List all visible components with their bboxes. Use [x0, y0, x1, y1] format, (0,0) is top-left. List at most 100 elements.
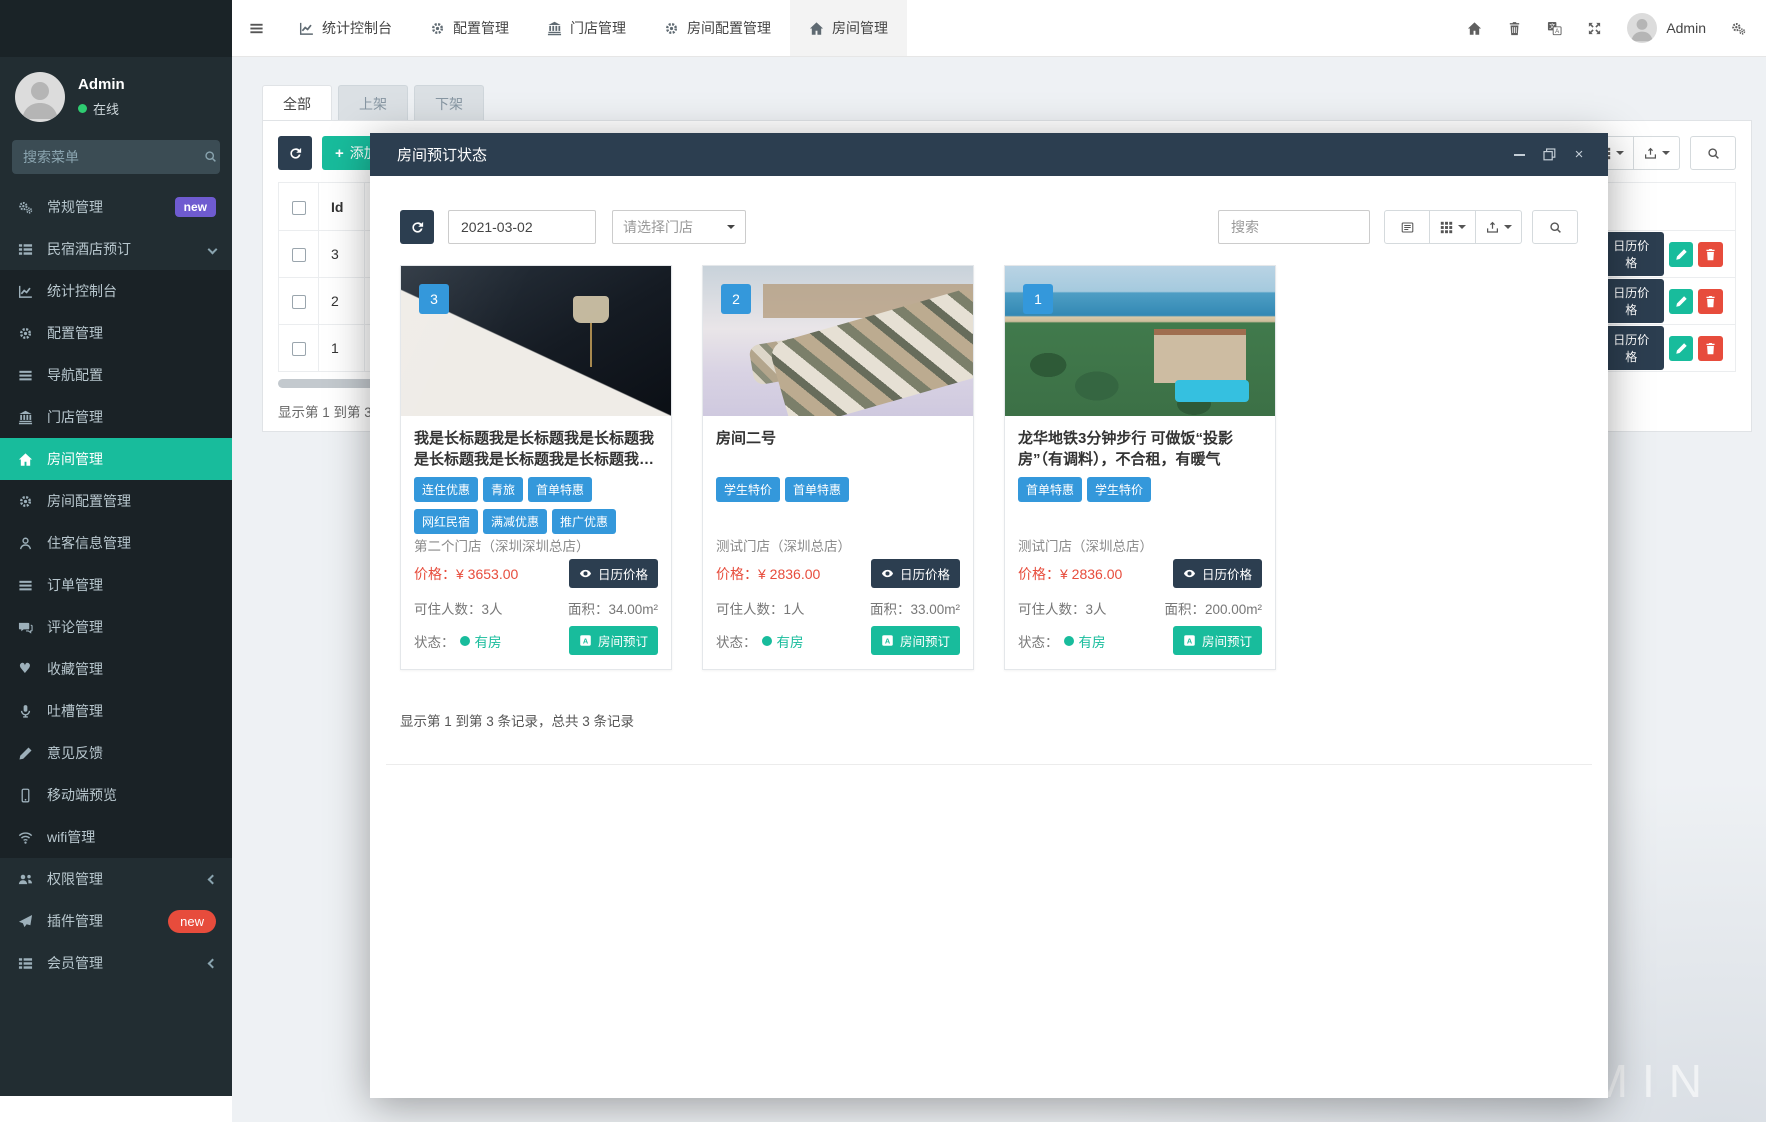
- sidebar-item-orders[interactable]: 订单管理: [0, 564, 232, 606]
- translate-icon[interactable]: 文A: [1547, 21, 1562, 36]
- modal-toolbar: 请选择门店: [400, 210, 1578, 244]
- export-button[interactable]: [1476, 210, 1522, 244]
- sidebar-item-favorites[interactable]: ♥ 收藏管理: [0, 648, 232, 690]
- sidebar-item-label: 吐槽管理: [47, 701, 103, 721]
- export-button[interactable]: [1634, 136, 1680, 170]
- tab-all[interactable]: 全部: [262, 85, 332, 121]
- status-label: 状态：: [1018, 631, 1059, 651]
- tab-unlisted[interactable]: 下架: [414, 85, 484, 121]
- pencil-icon: [16, 746, 34, 761]
- sidebar-item-rooms[interactable]: 房间管理: [0, 438, 232, 480]
- tab-config[interactable]: 配置管理: [411, 0, 528, 56]
- sidebar-item-config[interactable]: 配置管理: [0, 312, 232, 354]
- sidebar-item-feedback-roast[interactable]: 吐槽管理: [0, 690, 232, 732]
- calendar-price-label: 日历价格: [1608, 237, 1655, 271]
- capacity-value: 3人: [1086, 602, 1107, 617]
- sidebar-item-permissions[interactable]: 权限管理: [0, 858, 232, 900]
- delete-button[interactable]: [1698, 242, 1723, 267]
- modal-body: 请选择门店: [370, 176, 1608, 1098]
- sidebar-search-input[interactable]: [23, 149, 204, 165]
- calendar-price-button[interactable]: 日历价格: [569, 559, 658, 588]
- search-toggle-button[interactable]: [1690, 136, 1736, 170]
- search-icon[interactable]: [204, 148, 217, 166]
- tab-rooms[interactable]: 房间管理: [790, 0, 907, 56]
- minimize-icon[interactable]: [1506, 142, 1532, 168]
- users-icon: [16, 872, 34, 887]
- home-icon: [16, 452, 34, 467]
- sidebar-item-plugins[interactable]: 插件管理 new: [0, 900, 232, 942]
- modal-summary: 显示第 1 到第 3 条记录，总共 3 条记录: [400, 710, 1578, 730]
- modal-header[interactable]: 房间预订状态 ×: [370, 133, 1608, 176]
- sidebar-item-members[interactable]: 会员管理: [0, 942, 232, 984]
- sidebar-item-room-config[interactable]: 房间配置管理: [0, 480, 232, 522]
- sidebar-toggle-button[interactable]: [232, 0, 280, 56]
- heart-icon: ♥: [16, 662, 34, 676]
- calendar-price-button[interactable]: 日历价格: [1173, 559, 1262, 588]
- tab-listed[interactable]: 上架: [338, 85, 408, 121]
- book-room-label: 房间预订: [598, 631, 648, 650]
- edit-button[interactable]: [1669, 289, 1694, 314]
- tab-stores[interactable]: 门店管理: [528, 0, 645, 56]
- search-toggle-button[interactable]: [1532, 210, 1578, 244]
- sidebar-search[interactable]: [12, 140, 220, 174]
- sidebar-item-label: 门店管理: [47, 407, 103, 427]
- room-card[interactable]: 2 房间二号 学生特价首单特惠 测试门店（深圳总店） 价格：¥ 2836.00 …: [702, 265, 974, 670]
- row-checkbox[interactable]: [292, 342, 306, 356]
- sidebar-item-mobile-preview[interactable]: 移动端预览: [0, 774, 232, 816]
- edit-button[interactable]: [1669, 336, 1694, 361]
- sidebar-item-comments[interactable]: 评论管理: [0, 606, 232, 648]
- home-icon[interactable]: [1467, 21, 1482, 36]
- sidebar-item-guests[interactable]: 住客信息管理: [0, 522, 232, 564]
- room-card[interactable]: 3 我是长标题我是长标题我是长标题我是长标题我是长标题我是长标题我是长标题我是长…: [400, 265, 672, 670]
- tab-room-config[interactable]: 房间配置管理: [645, 0, 790, 56]
- status-dot-icon: [762, 636, 772, 646]
- sidebar-item-nav-config[interactable]: 导航配置: [0, 354, 232, 396]
- new-badge: new: [168, 910, 216, 933]
- price-value: ¥ 3653.00: [456, 566, 518, 582]
- search-input[interactable]: [1218, 210, 1370, 244]
- sidebar-item-general[interactable]: 常规管理 new: [0, 186, 232, 228]
- sidebar-item-suggestions[interactable]: 意见反馈: [0, 732, 232, 774]
- sidebar-item-stores[interactable]: 门店管理: [0, 396, 232, 438]
- detail-view-button[interactable]: [1384, 210, 1430, 244]
- close-icon[interactable]: ×: [1566, 142, 1592, 168]
- room-card[interactable]: 1 龙华地铁3分钟步行 可做饭“投影房”（有调料），不合租，有暖气 首单特惠学生…: [1004, 265, 1276, 670]
- sidebar-item-label: 房间配置管理: [47, 491, 131, 511]
- gear-icon: [664, 21, 679, 36]
- columns-button[interactable]: [1430, 210, 1476, 244]
- sidebar-item-wifi[interactable]: wifi管理: [0, 816, 232, 858]
- sidebar-item-booking-parent[interactable]: 民宿酒店预订: [0, 228, 232, 270]
- trash-icon[interactable]: [1507, 21, 1522, 36]
- book-room-label: 房间预订: [900, 631, 950, 650]
- restore-icon[interactable]: [1536, 142, 1562, 168]
- delete-button[interactable]: [1698, 289, 1723, 314]
- tab-dashboard[interactable]: 统计控制台: [280, 0, 411, 56]
- row-checkbox[interactable]: [292, 295, 306, 309]
- list-icon: [16, 956, 34, 971]
- store-select[interactable]: 请选择门店: [612, 210, 746, 244]
- chart-line-icon: [16, 284, 34, 299]
- date-input[interactable]: [448, 210, 596, 244]
- edit-button[interactable]: [1669, 242, 1694, 267]
- book-room-button[interactable]: A 房间预订: [569, 626, 658, 655]
- calendar-price-button[interactable]: 日历价格: [871, 559, 960, 588]
- sidebar-item-label: 评论管理: [47, 617, 103, 637]
- select-all-checkbox[interactable]: [292, 201, 306, 215]
- tag: 首单特惠: [785, 477, 849, 502]
- price-label: 价格：: [716, 566, 758, 582]
- book-room-button[interactable]: A 房间预订: [1173, 626, 1262, 655]
- mobile-icon: [16, 788, 34, 803]
- gears-icon[interactable]: [1731, 21, 1746, 36]
- sidebar-item-dashboard[interactable]: 统计控制台: [0, 270, 232, 312]
- row-id: 2: [319, 278, 365, 325]
- refresh-button[interactable]: [400, 210, 434, 244]
- user-menu[interactable]: Admin: [1627, 13, 1706, 43]
- book-room-button[interactable]: A 房间预订: [871, 626, 960, 655]
- refresh-button[interactable]: [278, 136, 312, 170]
- delete-button[interactable]: [1698, 336, 1723, 361]
- list-icon: [16, 242, 34, 257]
- row-checkbox[interactable]: [292, 248, 306, 262]
- sidebar-item-label: 房间管理: [47, 449, 103, 469]
- fullscreen-icon[interactable]: [1587, 21, 1602, 36]
- modal-title: 房间预订状态: [397, 144, 487, 165]
